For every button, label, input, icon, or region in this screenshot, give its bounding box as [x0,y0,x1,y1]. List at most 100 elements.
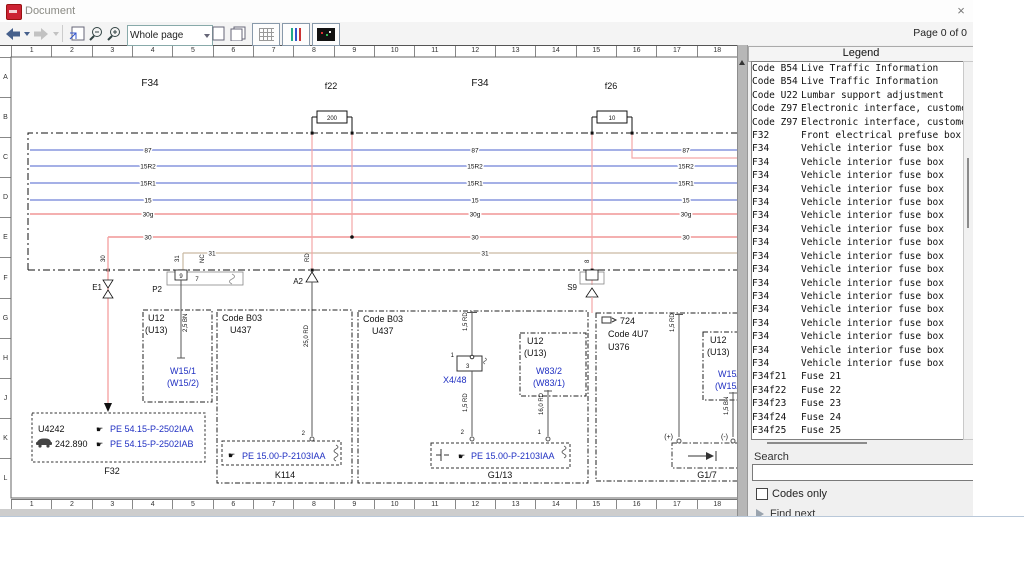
legend-row[interactable]: Code B54 Live Traffic Information [752,75,964,88]
link-w15-1[interactable]: W15/1 [718,369,737,379]
close-icon[interactable]: × [952,3,970,19]
legend-row[interactable]: F34 Vehicle interior fuse box [752,303,964,316]
legend-row[interactable]: F34 Vehicle interior fuse box [752,290,964,303]
search-input[interactable] [752,464,973,481]
g1-7-label: G1/7 [697,470,717,480]
back-caret-icon[interactable] [24,32,30,36]
legend-description: Fuse 24 [801,411,964,424]
link-pe-2502a[interactable]: PE 54.15-P-2502IAA [110,424,194,434]
legend-row[interactable]: Code Z97 Electronic interface, customer … [752,102,964,115]
legend-row[interactable]: F34 Vehicle interior fuse box [752,263,964,276]
legend-description: Vehicle interior fuse box [801,183,964,196]
legend-row[interactable]: F34f23 Fuse 23 [752,397,964,410]
legend-row[interactable]: F34f21 Fuse 21 [752,370,964,383]
bus-label-30: 30 [471,235,479,242]
link-pe-2502b[interactable]: PE 54.15-P-2502IAB [110,439,194,449]
legend-description: Vehicle interior fuse box [801,263,964,276]
legend-description: Vehicle interior fuse box [801,142,964,155]
wire-label-1-5rd: 1,5 RD [670,313,676,332]
grid-icon [259,28,274,41]
legend-row[interactable]: F34f24 Fuse 24 [752,411,964,424]
legend-description: Vehicle interior fuse box [801,290,964,303]
link-w15-2[interactable]: (W15/2) [167,378,199,388]
legend-row[interactable]: F34 Vehicle interior fuse box [752,156,964,169]
document-window: Document × Who [0,0,973,517]
724-label: 724 [620,316,635,326]
legend-description: Vehicle interior fuse box [801,236,964,249]
legend-row[interactable]: F34 Vehicle interior fuse box [752,317,964,330]
forward-button[interactable] [33,24,59,43]
legend-row[interactable]: F34 Vehicle interior fuse box [752,169,964,182]
invert-colors-button[interactable] [312,23,340,46]
connector-a2-label: A2 [293,277,303,286]
link-w15-2[interactable]: (W15/2) [715,381,737,391]
pin-label-e1: 30 [101,255,107,262]
legend-row[interactable]: F34 Vehicle interior fuse box [752,196,964,209]
legend-code: F34 [752,303,801,316]
legend-row[interactable]: F34 Vehicle interior fuse box [752,277,964,290]
f32-label: F32 [104,466,120,476]
zoom-out-button[interactable] [88,26,104,46]
scroll-up-icon[interactable] [739,60,745,65]
color-bars-button[interactable] [282,23,310,46]
legend-vertical-scrollbar[interactable] [963,61,973,440]
minus-label: (-) [721,434,728,441]
legend-row[interactable]: F34 Vehicle interior fuse box [752,183,964,196]
legend-code: F34 [752,142,801,155]
legend-row[interactable]: F32 Front electrical prefuse box [752,129,964,142]
legend-description: Vehicle interior fuse box [801,303,964,316]
legend-code: Code Z97 [752,102,801,115]
legend-horizontal-scroll-thumb[interactable] [767,442,867,444]
link-x4-48[interactable]: X4/48 [443,375,467,385]
zoom-level-select[interactable]: Whole page [127,25,213,46]
legend-row[interactable]: Code B54 Live Traffic Information [752,62,964,75]
legend-row[interactable]: F34 Vehicle interior fuse box [752,344,964,357]
link-pe-2103-left[interactable]: PE 15.00-P-2103IAA [242,451,326,461]
legend-description: Vehicle interior fuse box [801,250,964,263]
invert-colors-icon [317,28,335,41]
link-w15-1[interactable]: W15/1 [170,366,196,376]
multi-page-button[interactable] [230,26,246,46]
fit-page-button[interactable] [69,26,85,46]
legend-row[interactable]: Code Z97 Electronic interface, customer … [752,116,964,129]
link-pe-2103-mid[interactable]: PE 15.00-P-2103IAA [471,451,555,461]
legend-row[interactable]: F34 Vehicle interior fuse box [752,236,964,249]
label-f34-right: F34 [471,78,489,89]
legend-list[interactable]: Code B54 Live Traffic Information Code B… [751,61,965,440]
link-w83-1[interactable]: (W83/1) [533,378,565,388]
codes-only-label: Codes only [772,488,827,500]
link-w83-2[interactable]: W83/2 [536,366,562,376]
legend-code: Code Z97 [752,116,801,129]
fuse-f26-value: 10 [609,116,616,122]
works-hand-icon: ☛ [96,440,103,449]
legend-row[interactable]: F34 Vehicle interior fuse box [752,223,964,236]
legend-row[interactable]: F34f22 Fuse 22 [752,384,964,397]
grid-toggle-button[interactable] [252,23,280,46]
legend-description: Fuse 22 [801,384,964,397]
legend-row[interactable]: F34 Vehicle interior fuse box [752,357,964,370]
legend-row[interactable]: F34 Vehicle interior fuse box [752,330,964,343]
select-caret-icon [204,34,210,38]
back-button[interactable] [4,24,30,43]
legend-code: F34 [752,330,801,343]
legend-row[interactable]: F34f25 Fuse 25 [752,424,964,437]
legend-row[interactable]: F34 Vehicle interior fuse box [752,250,964,263]
bus-label-15r2: 15R2 [678,164,694,171]
legend-row[interactable]: F34 Vehicle interior fuse box [752,209,964,222]
search-label: Search [754,451,789,463]
legend-description: Fuse 21 [801,370,964,383]
zoom-in-button[interactable] [106,26,122,46]
legend-scroll-thumb[interactable] [967,158,969,228]
wire-label-1-5bn: 1,5 BN [724,397,730,415]
legend-code: F34 [752,236,801,249]
connector-e1-label: E1 [92,283,102,292]
page-indicator: Page 0 of 0 [905,27,967,39]
wiring-diagram-canvas[interactable]: F34 f22 F34 f26 87 87 87 15R2 15R2 15R2 … [0,45,737,509]
legend-row[interactable]: Code U22 Lumbar support adjustment [752,89,964,102]
bus-label-31: 31 [208,251,216,258]
bus-label-87: 87 [144,148,152,155]
codes-only-checkbox[interactable] [756,488,768,500]
legend-description: Vehicle interior fuse box [801,357,964,370]
single-page-button[interactable] [212,26,226,46]
legend-row[interactable]: F34 Vehicle interior fuse box [752,142,964,155]
